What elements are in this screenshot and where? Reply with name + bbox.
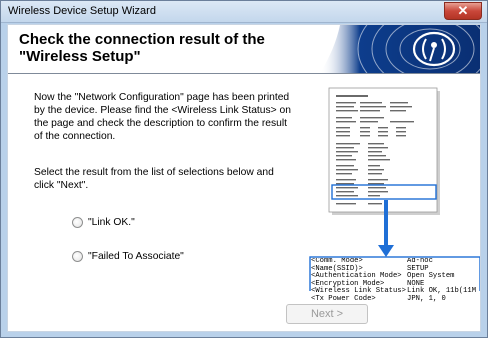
wizard-content: Check the connection result of the "Wire… bbox=[7, 24, 481, 332]
radio-link-ok[interactable] bbox=[72, 216, 83, 228]
next-button[interactable]: Next > bbox=[286, 304, 368, 324]
option-failed-to-associate[interactable]: "Failed To Associate" bbox=[72, 249, 184, 263]
report-value: JPN, 1, 0 bbox=[407, 294, 446, 303]
selection-prompt: Select the result from the list of selec… bbox=[34, 167, 274, 191]
page-title-line-2: "Wireless Setup" bbox=[19, 48, 141, 65]
option-link-ok-label[interactable]: "Link OK." bbox=[88, 217, 135, 228]
header-banner bbox=[320, 25, 480, 73]
window-title: Wireless Device Setup Wizard bbox=[8, 5, 156, 17]
wizard-header: Check the connection result of the "Wire… bbox=[8, 25, 480, 73]
report-excerpt: <Comm. Mode> Ad-hoc <Name(SSID)> SETUP <… bbox=[311, 258, 479, 304]
header-divider bbox=[8, 73, 480, 75]
page-title-line-1: Check the connection result of the bbox=[19, 31, 265, 48]
option-link-ok[interactable]: "Link OK." bbox=[72, 215, 135, 229]
option-failed-to-associate-label[interactable]: "Failed To Associate" bbox=[88, 251, 184, 262]
page-title: Check the connection result of the "Wire… bbox=[19, 31, 319, 65]
title-bar[interactable]: Wireless Device Setup Wizard ✕ bbox=[1, 1, 487, 23]
close-button[interactable]: ✕ bbox=[444, 2, 482, 20]
radio-failed-to-associate[interactable] bbox=[72, 250, 83, 262]
close-icon: ✕ bbox=[457, 3, 469, 18]
report-key: <Tx Power Code> bbox=[311, 294, 376, 303]
instructions-text: Now the "Network Configuration" page has… bbox=[34, 92, 291, 142]
wizard-window: Wireless Device Setup Wizard ✕ Check the… bbox=[0, 0, 488, 338]
